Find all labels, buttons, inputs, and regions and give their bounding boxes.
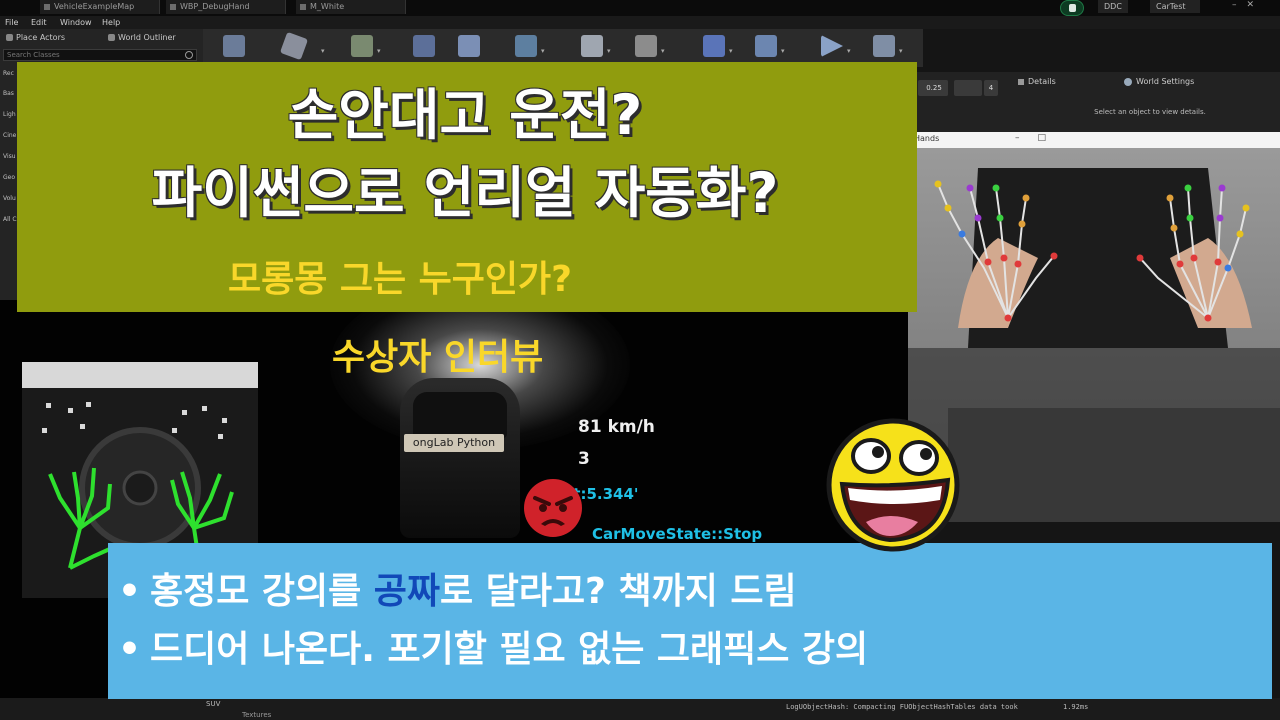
viewport-controls: 0.25 4 [918, 80, 1008, 98]
bullet-1-text-end: 로 달라고? 책까지 드림 [440, 571, 797, 612]
bullet-dot-2: • [118, 629, 142, 670]
content-folder-textures[interactable]: Textures [242, 711, 271, 719]
chevron-down-icon[interactable]: ▾ [541, 47, 545, 55]
blueprints-icon[interactable] [581, 35, 603, 57]
bullet-item-1: • 홍정모 강의를 공짜로 달라고? 책까지 드림 [118, 569, 797, 615]
hud-gear: 3 [578, 449, 590, 469]
bullet-1-text-start: 홍정모 강의를 [150, 571, 374, 612]
subtitle-line-1: 모롱몽 그는 누구인가? [228, 259, 573, 300]
chevron-down-icon[interactable]: ▾ [607, 47, 611, 55]
subtitle-line-2: 수상자 인터뷰 [332, 337, 544, 378]
menu-help[interactable]: Help [102, 16, 120, 29]
bullet-2-text: 드디어 나온다. 포기할 필요 없는 그래픽스 강의 [150, 629, 869, 670]
hands-window-titlebar: Hands [908, 132, 1280, 148]
modes-icon[interactable] [351, 35, 373, 57]
title-line-1: 손안대고 운전? [287, 83, 643, 147]
tab-wbp-debughand[interactable]: WBP_DebugHand [166, 0, 286, 14]
compile-icon[interactable] [755, 35, 777, 57]
content-folder-suv[interactable]: SUV [206, 700, 220, 708]
hands-webcam-window: Hands [908, 132, 1280, 522]
marketplace-icon[interactable] [458, 35, 480, 57]
camera-speed-icon[interactable] [954, 80, 982, 96]
tab-m-white[interactable]: M_White [296, 0, 406, 14]
menu-bar: File Edit Window Help [0, 16, 1280, 29]
hud-move-state: CarMoveState::Stop [592, 525, 763, 543]
bullet-1-highlight: 공짜 [373, 571, 441, 612]
chevron-down-icon[interactable]: ▾ [321, 47, 325, 55]
chevron-down-icon[interactable]: ▾ [847, 47, 851, 55]
car-plate: ongLab Python [404, 434, 504, 452]
build-icon[interactable] [703, 35, 725, 57]
cinematics-icon[interactable] [635, 35, 657, 57]
unreal-logo-icon [1060, 0, 1084, 16]
grinning-face-emoji-icon [826, 418, 960, 552]
chevron-down-icon[interactable]: ▾ [781, 47, 785, 55]
search-classes-input[interactable]: Search Classes [3, 49, 197, 61]
tab-place-actors[interactable]: Place Actors [4, 31, 65, 44]
source-control-icon[interactable] [279, 31, 309, 61]
bullet-banner [108, 543, 1272, 699]
output-log-time: 1.92ms [1063, 703, 1089, 711]
tab-world-settings[interactable]: World Settings [1124, 77, 1244, 86]
camera-window-titlebar [22, 362, 258, 388]
chevron-down-icon[interactable]: ▾ [899, 47, 903, 55]
tab-details[interactable]: Details [1018, 77, 1118, 86]
chevron-down-icon[interactable]: ▾ [729, 47, 733, 55]
play-icon[interactable] [821, 35, 843, 57]
editor-title-bar: VehicleExampleMap WBP_DebugHand M_White … [0, 0, 1280, 16]
tab-world-outliner[interactable]: World Outliner [106, 31, 176, 44]
details-empty-hint: Select an object to view details. [1094, 108, 1206, 116]
settings-icon[interactable] [515, 35, 537, 57]
window-controls[interactable]: –✕ [1232, 0, 1264, 10]
chevron-down-icon[interactable]: ▾ [377, 47, 381, 55]
menu-edit[interactable]: Edit [31, 16, 47, 29]
car-rear-window [413, 392, 507, 438]
output-log-line: LogUObjectHash: Compacting FUObjectHashT… [786, 703, 1018, 711]
hands-window-controls[interactable]: –□ [1015, 133, 1064, 143]
camera-speed-value[interactable]: 4 [984, 80, 998, 96]
angry-face-emoji-icon [524, 479, 582, 537]
title-line-2: 파이썬으로 언리얼 자동화? [151, 161, 779, 225]
project-name: CarTest [1150, 0, 1200, 13]
save-icon[interactable] [223, 35, 245, 57]
ddc-label: DDC [1098, 0, 1128, 13]
menu-window[interactable]: Window [60, 16, 92, 29]
category-recent[interactable]: Rec [0, 70, 18, 77]
hud-speed: 81 km/h [578, 417, 655, 437]
tab-vehicle-example-map[interactable]: VehicleExampleMap [40, 0, 160, 14]
menu-file[interactable]: File [5, 16, 18, 29]
chevron-down-icon[interactable]: ▾ [661, 47, 665, 55]
hand-tracking-feed [908, 148, 1280, 522]
bullet-item-2: • 드디어 나온다. 포기할 필요 없는 그래픽스 강의 [118, 627, 868, 673]
bullet-dot-1: • [118, 571, 142, 612]
launch-icon[interactable] [873, 35, 895, 57]
content-icon[interactable] [413, 35, 435, 57]
